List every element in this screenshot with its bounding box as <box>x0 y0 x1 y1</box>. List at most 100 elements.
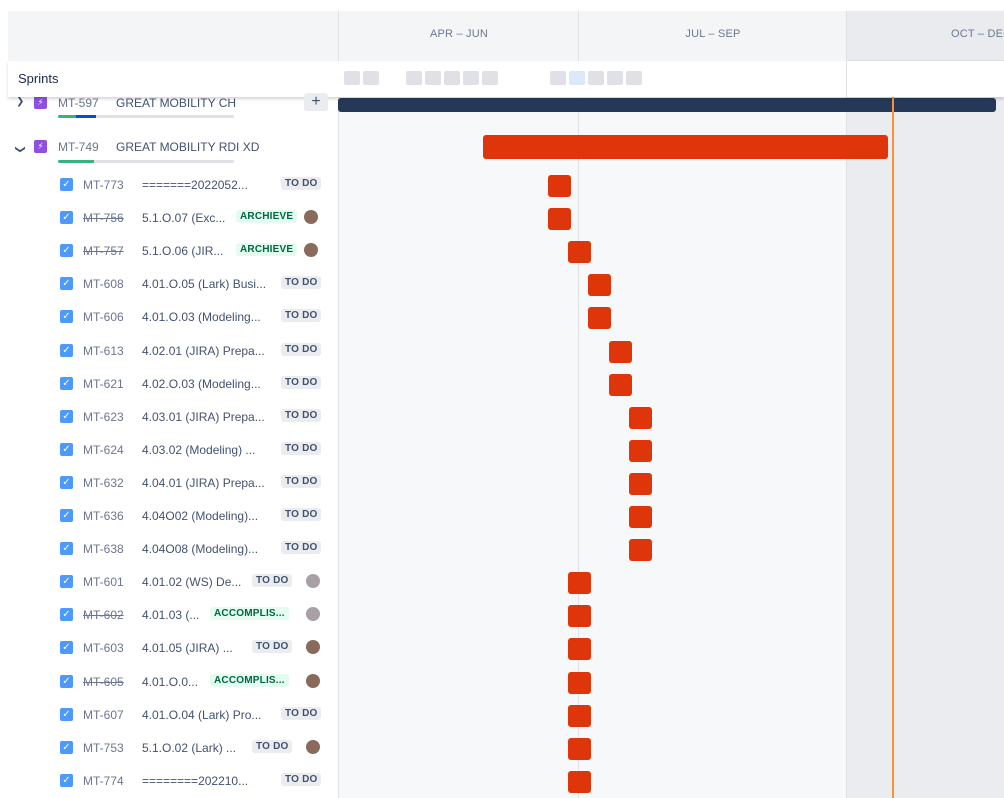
chevron-down-icon[interactable]: ❯ <box>15 145 26 153</box>
status-badge[interactable]: TO DO <box>281 177 322 190</box>
issue-summary[interactable]: 4.01.03 (... <box>142 608 212 622</box>
issue-key[interactable]: MT-613 <box>83 344 124 358</box>
issue-bar[interactable] <box>568 572 591 594</box>
issue-summary[interactable]: 4.03.02 (Modeling) ... <box>142 443 284 457</box>
sprint-block[interactable] <box>607 71 623 85</box>
issue-key[interactable]: MT-603 <box>83 641 124 655</box>
issue-bar[interactable] <box>568 672 591 694</box>
status-badge[interactable]: TO DO <box>252 640 293 653</box>
status-badge[interactable]: TO DO <box>281 475 322 488</box>
issue-key[interactable]: MT-756 <box>83 211 124 225</box>
issue-bar[interactable] <box>568 738 591 760</box>
issue-row[interactable]: ✓ MT-623 4.03.01 (JIRA) Prepa... TO DO <box>8 401 338 434</box>
issue-summary[interactable]: 4.04O02 (Modeling)... <box>142 509 284 523</box>
sprint-block[interactable] <box>550 71 566 85</box>
issue-key[interactable]: MT-638 <box>83 542 124 556</box>
issue-key[interactable]: MT-624 <box>83 443 124 457</box>
issue-key[interactable]: MT-636 <box>83 509 124 523</box>
sprint-block-current[interactable] <box>569 71 585 85</box>
issue-bar[interactable] <box>588 274 611 296</box>
issue-key[interactable]: MT-606 <box>83 310 124 324</box>
issue-bar[interactable] <box>548 208 571 230</box>
sprint-block[interactable] <box>463 71 479 85</box>
issue-row[interactable]: ✓ MT-601 4.01.02 (WS) De... TO DO <box>8 566 338 599</box>
sprint-block[interactable] <box>444 71 460 85</box>
assignee-avatar[interactable] <box>306 640 320 654</box>
issue-bar[interactable] <box>548 175 571 197</box>
status-badge[interactable]: ACCOMPLIS... <box>210 607 289 620</box>
issue-row[interactable]: ✓ MT-636 4.04O02 (Modeling)... TO DO <box>8 500 338 533</box>
sprint-block[interactable] <box>482 71 498 85</box>
sprint-block[interactable] <box>425 71 441 85</box>
issue-summary[interactable]: 4.04O08 (Modeling)... <box>142 542 284 556</box>
status-badge[interactable]: TO DO <box>252 740 293 753</box>
issue-row[interactable]: ✓ MT-608 4.01.O.05 (Lark) Busi... TO DO <box>8 268 338 301</box>
issue-row[interactable]: ✓ MT-621 4.02.O.03 (Modeling... TO DO <box>8 368 338 401</box>
issue-row[interactable]: ✓ MT-603 4.01.05 (JIRA) ... TO DO <box>8 632 338 665</box>
issue-bar[interactable] <box>609 341 632 363</box>
issue-bar[interactable] <box>588 307 611 329</box>
sprint-block[interactable] <box>588 71 604 85</box>
status-badge[interactable]: ARCHIEVE <box>236 243 298 256</box>
issue-key[interactable]: MT-623 <box>83 410 124 424</box>
issue-summary[interactable]: =======2022052... <box>142 178 282 192</box>
issue-row[interactable]: ✓ MT-606 4.01.O.03 (Modeling... TO DO <box>8 301 338 334</box>
epic-summary[interactable]: GREAT MOBILITY CH <box>116 96 306 110</box>
issue-bar[interactable] <box>568 771 591 793</box>
issue-row[interactable]: ✓ MT-602 4.01.03 (... ACCOMPLIS... <box>8 599 338 632</box>
issue-row[interactable]: ✓ MT-757 5.1.O.06 (JIR... ARCHIEVE <box>8 235 338 268</box>
assignee-avatar[interactable] <box>304 243 318 257</box>
issue-summary[interactable]: 4.01.O.05 (Lark) Busi... <box>142 277 284 291</box>
status-badge[interactable]: TO DO <box>281 376 322 389</box>
issue-summary[interactable]: 4.04.01 (JIRA) Prepa... <box>142 476 284 490</box>
issue-row[interactable]: ✓ MT-638 4.04O08 (Modeling)... TO DO <box>8 533 338 566</box>
issue-summary[interactable]: 4.02.01 (JIRA) Prepa... <box>142 344 284 358</box>
issue-bar[interactable] <box>629 473 652 495</box>
issue-key[interactable]: MT-602 <box>83 608 124 622</box>
issue-key[interactable]: MT-621 <box>83 377 124 391</box>
status-badge[interactable]: TO DO <box>281 343 322 356</box>
issue-row[interactable]: ✓ MT-774 ========202210... TO DO <box>8 765 338 798</box>
issue-key[interactable]: MT-605 <box>83 675 124 689</box>
issue-key[interactable]: MT-632 <box>83 476 124 490</box>
issue-summary[interactable]: 4.03.01 (JIRA) Prepa... <box>142 410 284 424</box>
issue-key[interactable]: MT-773 <box>83 178 124 192</box>
status-badge[interactable]: TO DO <box>252 574 293 587</box>
status-badge[interactable]: TO DO <box>281 309 322 322</box>
add-child-button[interactable]: + <box>304 93 328 111</box>
assignee-avatar[interactable] <box>306 674 320 688</box>
issue-row[interactable]: ✓ MT-613 4.02.01 (JIRA) Prepa... TO DO <box>8 335 338 368</box>
epic-bar[interactable] <box>483 135 888 159</box>
issue-key[interactable]: MT-757 <box>83 244 124 258</box>
status-badge[interactable]: TO DO <box>281 409 322 422</box>
issue-summary[interactable]: 4.01.05 (JIRA) ... <box>142 641 254 655</box>
assignee-avatar[interactable] <box>304 210 318 224</box>
issue-bar[interactable] <box>629 506 652 528</box>
issue-summary[interactable]: ========202210... <box>142 774 284 788</box>
epic-row[interactable]: ❯ ⚡ MT-749 GREAT MOBILITY RDI XD <box>8 135 338 168</box>
issue-bar[interactable] <box>629 539 652 561</box>
issue-key[interactable]: MT-608 <box>83 277 124 291</box>
status-badge[interactable]: TO DO <box>281 508 322 521</box>
sprint-block[interactable] <box>406 71 422 85</box>
status-badge[interactable]: TO DO <box>281 442 322 455</box>
epic-key[interactable]: MT-597 <box>58 96 99 110</box>
issue-key[interactable]: MT-601 <box>83 575 124 589</box>
issue-row[interactable]: ✓ MT-605 4.01.O.0... ACCOMPLIS... <box>8 666 338 699</box>
issue-bar[interactable] <box>629 407 652 429</box>
assignee-avatar[interactable] <box>306 740 320 754</box>
issue-key[interactable]: MT-774 <box>83 774 124 788</box>
issue-row[interactable]: ✓ MT-756 5.1.O.07 (Exc... ARCHIEVE <box>8 202 338 235</box>
epic-summary[interactable]: GREAT MOBILITY RDI XD <box>116 140 316 154</box>
issue-bar[interactable] <box>568 241 591 263</box>
issue-bar[interactable] <box>568 705 591 727</box>
issue-summary[interactable]: 4.01.O.03 (Modeling... <box>142 310 284 324</box>
issue-row[interactable]: ✓ MT-607 4.01.O.04 (Lark) Pro... TO DO <box>8 699 338 732</box>
issue-summary[interactable]: 4.01.O.0... <box>142 675 210 689</box>
issue-summary[interactable]: 4.02.O.03 (Modeling... <box>142 377 284 391</box>
issue-bar[interactable] <box>629 440 652 462</box>
sprint-block[interactable] <box>626 71 642 85</box>
status-badge[interactable]: TO DO <box>281 276 322 289</box>
issue-row[interactable]: ✓ MT-632 4.04.01 (JIRA) Prepa... TO DO <box>8 467 338 500</box>
issue-summary[interactable]: 4.01.O.04 (Lark) Pro... <box>142 708 284 722</box>
